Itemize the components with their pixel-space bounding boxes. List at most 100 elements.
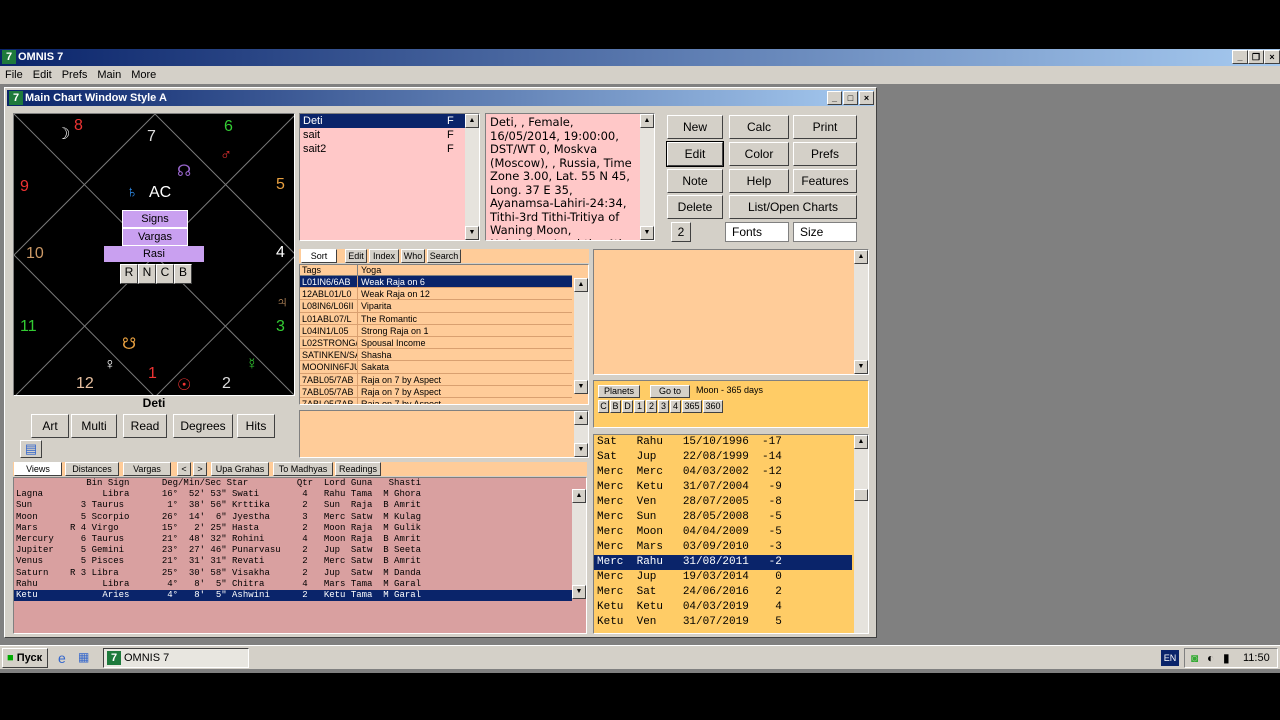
scroll-up-icon[interactable]: ▲: [465, 114, 479, 128]
task-omnis[interactable]: 7 OMNIS 7: [103, 648, 249, 668]
planet-row[interactable]: Jupiter 5 Gemini 23° 27' 46" Punarvasu 2…: [14, 545, 572, 556]
scroll-thumb[interactable]: [854, 489, 868, 501]
power-icon[interactable]: ▮: [1223, 651, 1230, 665]
dasha-1-button[interactable]: 1: [634, 400, 645, 413]
yoga-row[interactable]: L01IN6/6AB Weak Raja on 6: [300, 276, 572, 289]
new-button[interactable]: New: [667, 115, 723, 139]
menu-more[interactable]: More: [126, 66, 161, 84]
dasha-row[interactable]: Merc Ketu 31/07/2004 -9: [594, 480, 852, 495]
rasi-menu-item[interactable]: Rasi: [104, 246, 204, 262]
chart-b-button[interactable]: B: [174, 264, 192, 284]
dasha-row[interactable]: Merc Sat 24/06/2016 2: [594, 585, 852, 600]
planet-row[interactable]: Mars R 4 Virgo 15° 2' 25" Hasta 2 Moon R…: [14, 523, 572, 534]
signs-menu-item[interactable]: Signs: [122, 210, 188, 228]
features-button[interactable]: Features: [793, 169, 857, 193]
dasha-3-button[interactable]: 3: [658, 400, 669, 413]
chart-list-item[interactable]: Deti F: [300, 114, 465, 128]
scroll-up-icon[interactable]: ▲: [854, 435, 868, 449]
tab-sort[interactable]: Sort: [301, 249, 337, 263]
note-button[interactable]: Note: [667, 169, 723, 193]
dasha-row[interactable]: Merc Merc 04/03/2002 -12: [594, 465, 852, 480]
birth-chart[interactable]: 7 6 5 4 3 2 1 12 11 10 9 8 ☽ ♄ AC ♂ ☊ ♀ …: [13, 113, 295, 396]
chart-c-button[interactable]: C: [156, 264, 174, 284]
notes-scrollbar[interactable]: ▲ ▼: [854, 250, 868, 374]
dasha-row[interactable]: Merc Ven 28/07/2005 -8: [594, 495, 852, 510]
notes-panel[interactable]: ▲ ▼: [593, 249, 869, 375]
notes-icon[interactable]: ▤: [20, 440, 42, 458]
scroll-down-icon[interactable]: ▼: [574, 443, 588, 457]
chart-list-item[interactable]: sait F: [300, 128, 465, 142]
scroll-down-icon[interactable]: ▼: [574, 380, 588, 394]
window-maximize-button[interactable]: □: [843, 91, 858, 105]
restore-button[interactable]: ❐: [1248, 50, 1264, 64]
edit-button[interactable]: Edit: [666, 141, 724, 167]
dasha-row[interactable]: Ketu Ketu 04/03/2019 4: [594, 600, 852, 615]
yoga-row[interactable]: 7ABL05/7AB Raja on 7 by Aspect: [300, 373, 572, 386]
vargas-menu-item[interactable]: Vargas: [122, 228, 188, 246]
tab-who[interactable]: Who: [401, 249, 425, 263]
dasha-row[interactable]: Merc Moon 04/04/2009 -5: [594, 525, 852, 540]
multi-button[interactable]: Multi: [71, 414, 117, 438]
calc-button[interactable]: Calc: [729, 115, 789, 139]
dasha-row[interactable]: Merc Rahu 31/08/2011 -2: [594, 555, 852, 570]
yoga-row[interactable]: MOONIN6FJU Sakata: [300, 361, 572, 374]
window-minimize-button[interactable]: _: [827, 91, 842, 105]
number-button[interactable]: 2: [671, 222, 691, 242]
tab-next[interactable]: >: [193, 462, 207, 476]
chart-list[interactable]: Deti F sait F sait2 F ▲ ▼: [299, 113, 480, 241]
scroll-up-icon[interactable]: ▲: [574, 411, 588, 425]
planet-row[interactable]: Venus 5 Pisces 21° 31' 31" Revati 2 Merc…: [14, 556, 572, 567]
scroll-up-icon[interactable]: ▲: [640, 114, 654, 128]
yoga-row[interactable]: 12ABL01/L0 Weak Raja on 12: [300, 288, 572, 301]
planet-row[interactable]: Moon 5 Scorpio 26° 14' 6" Jyestha 3 Merc…: [14, 512, 572, 523]
dasha-d-button[interactable]: D: [622, 400, 633, 413]
volume-icon[interactable]: ◐: [1207, 651, 1214, 665]
list-open-charts-button[interactable]: List/Open Charts: [729, 195, 857, 219]
tab-vargas[interactable]: Vargas: [123, 462, 171, 476]
dasha-list[interactable]: Sat Rahu 15/10/1996 -17 Sat Jup 22/08/199…: [593, 434, 869, 634]
close-button[interactable]: ×: [1264, 50, 1280, 64]
tab-distances[interactable]: Distances: [65, 462, 119, 476]
size-field[interactable]: Size: [793, 222, 857, 242]
planet-scrollbar[interactable]: ▲ ▼: [572, 489, 586, 599]
chart-list-item[interactable]: sait2 F: [300, 142, 465, 156]
info-scrollbar[interactable]: ▲ ▼: [640, 114, 654, 240]
planet-row[interactable]: Sun 3 Taurus 1° 38' 56" Krttika 2 Sun Ra…: [14, 500, 572, 511]
planet-row[interactable]: Saturn R 3 Libra 25° 30' 58" Visakha 2 J…: [14, 568, 572, 579]
scroll-down-icon[interactable]: ▼: [640, 226, 654, 240]
language-indicator[interactable]: EN: [1161, 650, 1179, 666]
dasha-4-button[interactable]: 4: [670, 400, 681, 413]
scroll-up-icon[interactable]: ▲: [572, 489, 586, 503]
fonts-field[interactable]: Fonts: [725, 222, 789, 242]
menu-file[interactable]: File: [0, 66, 28, 84]
planet-row[interactable]: Rahu Libra 4° 8' 5" Chitra 4 Mars Tama M…: [14, 579, 572, 590]
scroll-down-icon[interactable]: ▼: [465, 226, 479, 240]
prefs-button[interactable]: Prefs: [793, 142, 857, 166]
goto-button[interactable]: Go to: [650, 385, 690, 398]
dasha-2-button[interactable]: 2: [646, 400, 657, 413]
planet-row[interactable]: Lagna Libra 16° 52' 53" Swati 4 Rahu Tam…: [14, 489, 572, 500]
dasha-b-button[interactable]: B: [610, 400, 621, 413]
dasha-row[interactable]: Merc Jup 19/03/2014 0: [594, 570, 852, 585]
tab-to-madhyas[interactable]: To Madhyas: [273, 462, 333, 476]
description-scrollbar[interactable]: ▲ ▼: [574, 411, 588, 457]
chart-n-button[interactable]: N: [138, 264, 156, 284]
tab-prev[interactable]: <: [177, 462, 191, 476]
dasha-scrollbar[interactable]: ▲: [854, 435, 868, 633]
dasha-365-button[interactable]: 365: [682, 400, 702, 413]
dasha-row[interactable]: Merc Mars 03/09/2010 -3: [594, 540, 852, 555]
tab-search[interactable]: Search: [427, 249, 461, 263]
dasha-row[interactable]: Sat Rahu 15/10/1996 -17: [594, 435, 852, 450]
tab-upa-grahas[interactable]: Upa Grahas: [211, 462, 269, 476]
tab-views[interactable]: Views: [14, 462, 62, 476]
planet-row[interactable]: Ketu Aries 4° 8' 5" Ashwini 2 Ketu Tama …: [14, 589, 572, 602]
yoga-row[interactable]: 7ABL05/7AB Raja on 7 by Aspect: [300, 397, 572, 404]
chart-list-scrollbar[interactable]: ▲ ▼: [465, 114, 479, 240]
yoga-row[interactable]: SATINKEN/SA Shasha: [300, 349, 572, 362]
print-button[interactable]: Print: [793, 115, 857, 139]
help-button[interactable]: Help: [729, 169, 789, 193]
browser-icon[interactable]: e: [58, 650, 74, 666]
tab-readings[interactable]: Readings: [335, 462, 381, 476]
yoga-row[interactable]: L02STRONG/Spousal Income: [300, 336, 572, 350]
yoga-row[interactable]: L08IN6/L06II Viparita: [300, 300, 572, 313]
